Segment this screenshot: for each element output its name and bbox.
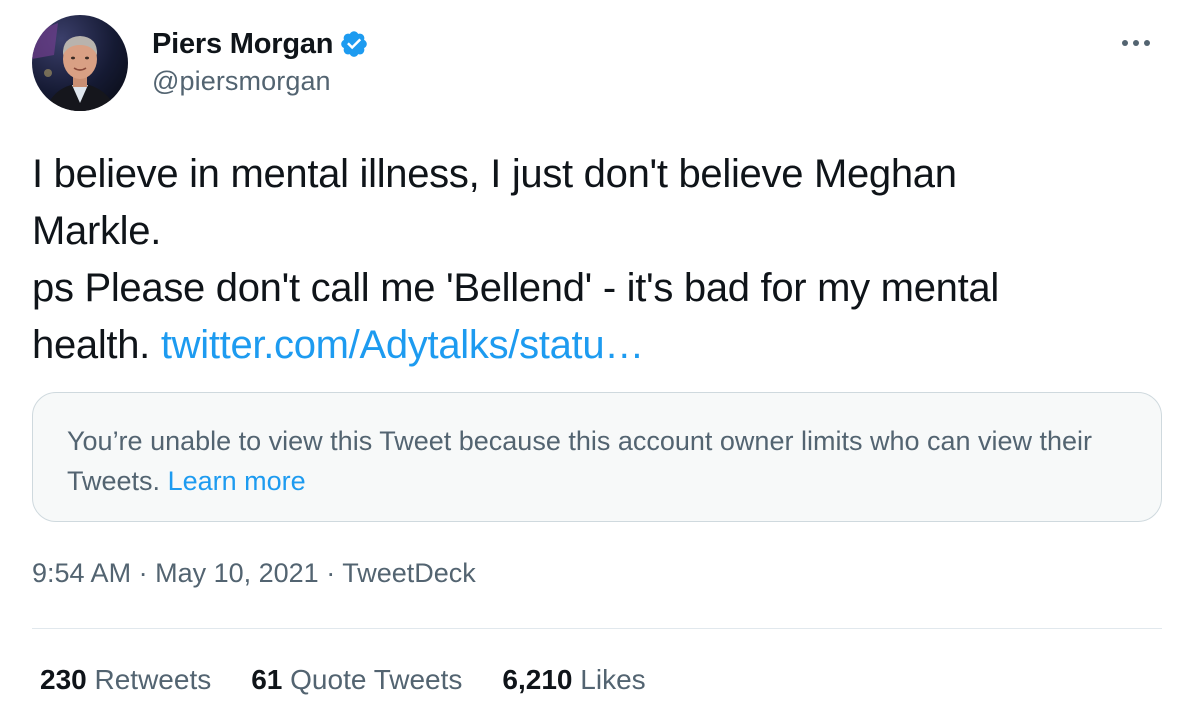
quote-tweets-count: 61 — [251, 664, 283, 695]
tweet-line-text: health. — [32, 323, 150, 367]
avatar-portrait — [32, 23, 116, 111]
tweet-line: ps Please don't call me 'Bellend' - it's… — [32, 266, 999, 310]
learn-more-link[interactable]: Learn more — [168, 466, 306, 496]
retweets-label: Retweets — [94, 664, 212, 695]
tweet-line-last: health. twitter.com/Adytalks/statu… — [32, 317, 1152, 374]
quoted-tweet-unavailable[interactable]: You’re unable to view this Tweet because… — [32, 392, 1162, 522]
retweets-count: 230 — [40, 664, 87, 695]
likes-label: Likes — [580, 664, 646, 695]
avatar[interactable] — [32, 15, 128, 111]
engagement-stats: 230 Retweets 61 Quote Tweets 6,210 Likes — [40, 664, 646, 696]
likes-stat[interactable]: 6,210 Likes — [502, 664, 645, 696]
tweet-metadata: 9:54 AM · May 10, 2021 · TweetDeck — [32, 558, 476, 589]
tweet-time[interactable]: 9:54 AM — [32, 558, 131, 588]
more-horizontal-icon — [1122, 40, 1128, 46]
likes-count: 6,210 — [502, 664, 573, 695]
meta-separator: · — [138, 558, 148, 588]
tweet-text: I believe in mental illness, I just don'… — [32, 146, 1152, 374]
author-name-row[interactable]: Piers Morgan — [152, 26, 369, 62]
verified-badge-icon — [339, 29, 369, 59]
tweet-line: I believe in mental illness, I just don'… — [32, 152, 957, 196]
display-name[interactable]: Piers Morgan — [152, 28, 334, 61]
quote-tweets-stat[interactable]: 61 Quote Tweets — [251, 664, 462, 696]
quote-tweets-label: Quote Tweets — [290, 664, 463, 695]
tweet-line: Markle. — [32, 209, 162, 253]
meta-separator: · — [326, 558, 336, 588]
more-options-button[interactable] — [1116, 28, 1156, 58]
retweets-stat[interactable]: 230 Retweets — [40, 664, 211, 696]
more-horizontal-icon — [1144, 40, 1150, 46]
tweet-date[interactable]: May 10, 2021 — [155, 558, 319, 588]
author-handle[interactable]: @piersmorgan — [152, 66, 331, 97]
tweet-link[interactable]: twitter.com/Adytalks/statu… — [161, 323, 644, 367]
divider — [32, 628, 1162, 629]
more-horizontal-icon — [1133, 40, 1139, 46]
tweet-source[interactable]: TweetDeck — [342, 558, 476, 588]
